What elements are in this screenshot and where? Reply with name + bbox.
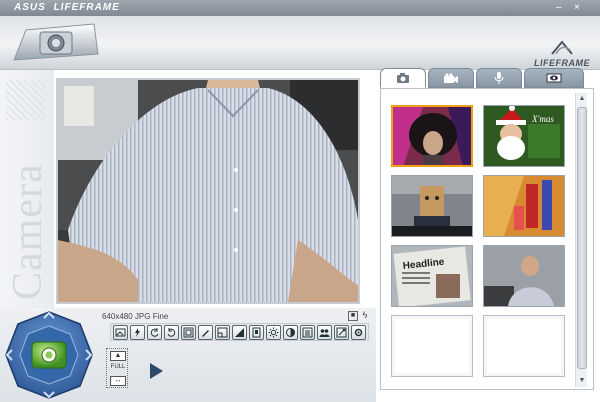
camera-icon — [397, 72, 409, 83]
crop-button[interactable] — [232, 325, 247, 340]
app-title: LIFEFRAME — [53, 2, 120, 13]
image-icon — [115, 328, 126, 337]
eye-icon — [546, 73, 562, 83]
thumbnail-image — [484, 246, 564, 306]
mode-sidebar: Camera — [0, 70, 54, 310]
pen-button[interactable] — [198, 325, 213, 340]
frame-select-button[interactable] — [249, 325, 264, 340]
frame-border-icon — [217, 327, 228, 338]
title-bar: ASUS LIFEFRAME – × — [0, 0, 600, 16]
thumb-empty-2[interactable] — [483, 315, 565, 377]
brightness-icon — [268, 327, 279, 338]
settings-icon — [354, 328, 363, 337]
thumb-paper-bag[interactable] — [391, 175, 473, 237]
tab-audio[interactable] — [476, 68, 522, 88]
header-strip: LIFEFRAME — [0, 16, 600, 70]
video-camera-icon — [444, 72, 458, 83]
list-button[interactable] — [300, 325, 315, 340]
people-button[interactable] — [317, 325, 332, 340]
tab-video[interactable] — [428, 68, 474, 88]
effects-toolbar — [110, 323, 369, 341]
rotate-left-icon — [150, 328, 159, 337]
thumb-santa-xmas[interactable]: X'mas — [483, 105, 565, 167]
play-icon — [150, 363, 163, 379]
thumbnail-image — [392, 176, 472, 236]
effects-button[interactable] — [334, 325, 349, 340]
thumbnail-image: X'mas — [484, 106, 564, 166]
app-brand: ASUS LIFEFRAME — [14, 2, 120, 13]
webcam-icon — [13, 23, 99, 61]
tab-view[interactable] — [524, 68, 584, 88]
close-button[interactable]: × — [574, 2, 580, 14]
rotate-left-button[interactable] — [147, 325, 162, 340]
thumb-abstract[interactable] — [483, 175, 565, 237]
flash-button[interactable] — [130, 325, 145, 340]
rotate-right-icon — [167, 328, 176, 337]
thumb-wild-hair[interactable] — [391, 105, 473, 167]
resolution-info: 640x480 JPG Fine — [102, 312, 169, 321]
size-label: FULL — [110, 364, 126, 370]
thumb-empty-1[interactable] — [391, 315, 473, 377]
crop-icon — [235, 328, 244, 337]
shutter-center-icon — [45, 351, 53, 359]
media-tabs — [380, 68, 594, 88]
size-expand-button[interactable]: ↔ — [110, 376, 126, 386]
pen-icon — [202, 330, 209, 337]
contrast-icon — [286, 328, 295, 337]
brightness-button[interactable] — [266, 325, 281, 340]
asus-logo-text: ASUS — [14, 2, 46, 13]
frame-border-button[interactable] — [215, 325, 230, 340]
list-icon — [302, 327, 313, 338]
image-button[interactable] — [113, 325, 128, 340]
scrollbar-thumb[interactable] — [577, 107, 587, 369]
settings-button[interactable] — [351, 325, 366, 340]
play-button[interactable] — [148, 362, 164, 380]
minimize-button[interactable]: – — [556, 2, 562, 14]
tab-camera[interactable] — [380, 68, 426, 88]
gallery-scrollbar[interactable]: ▲ ▼ — [575, 93, 587, 387]
frame-select-icon — [252, 327, 261, 338]
decor-hatch — [6, 80, 46, 120]
effects-icon — [336, 327, 347, 338]
thumbnail-image — [484, 176, 564, 236]
mode-label: Camera — [5, 163, 51, 300]
lifeframe-logo: LIFEFRAME — [530, 36, 594, 70]
info-icons: ■ ϟ — [348, 311, 370, 321]
flash-small-icon[interactable]: ϟ — [360, 311, 370, 321]
thumb-newspaper[interactable]: Headline — [391, 245, 473, 307]
thumbnail-image — [393, 107, 471, 165]
navigation-pad — [5, 311, 93, 399]
size-up-button[interactable]: ▲ — [110, 351, 126, 361]
thumb-man-office[interactable] — [483, 245, 565, 307]
rotate-right-button[interactable] — [164, 325, 179, 340]
xmas-text: X'mas — [531, 114, 554, 124]
flash-icon — [135, 328, 140, 337]
size-control: ▲ FULL ↔ — [106, 348, 128, 388]
preview-image — [58, 80, 358, 302]
contrast-button[interactable] — [283, 325, 298, 340]
logo-text: LIFEFRAME — [534, 58, 590, 68]
frame-icon — [183, 327, 194, 338]
settings-small-icon[interactable]: ■ — [348, 311, 358, 321]
microphone-icon — [494, 72, 504, 84]
logo-mark-icon — [551, 40, 573, 55]
live-preview[interactable] — [56, 78, 360, 304]
scroll-down-icon[interactable]: ▼ — [576, 375, 588, 387]
scroll-up-icon[interactable]: ▲ — [576, 93, 588, 105]
people-icon — [319, 329, 330, 337]
frame-button[interactable] — [181, 325, 196, 340]
photo-gallery: X'mas Headline ▲ ▼ — [380, 88, 594, 390]
thumbnail-image: Headline — [392, 246, 472, 306]
